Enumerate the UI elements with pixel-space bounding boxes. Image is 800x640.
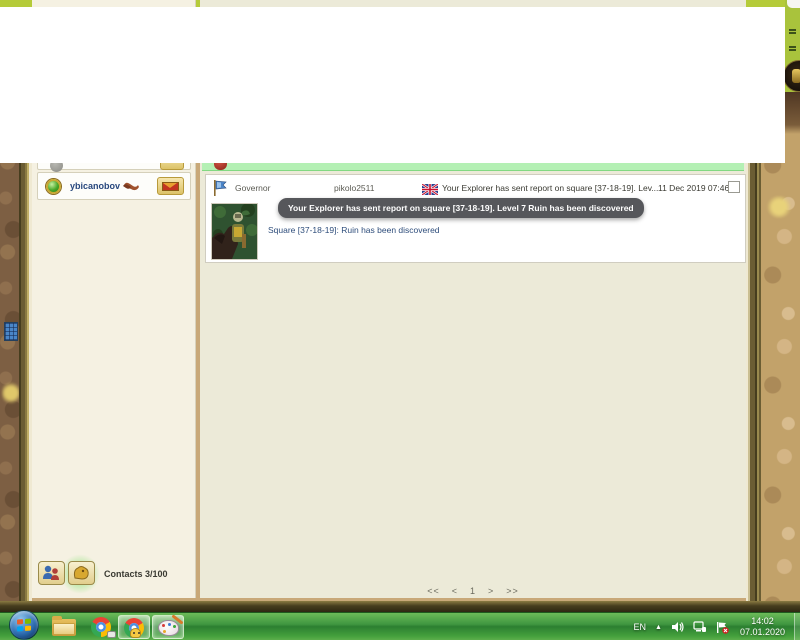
clans-button[interactable] — [68, 561, 95, 585]
uk-flag-icon — [422, 182, 438, 193]
pagination: <<<1>>> — [200, 586, 746, 596]
page-first-button[interactable]: << — [427, 586, 440, 596]
frame-bottom-band — [0, 601, 800, 612]
grass-tuft — [766, 196, 792, 218]
send-mail-button[interactable] — [157, 177, 184, 195]
page-current[interactable]: 1 — [470, 586, 476, 596]
explorer-knight-image — [211, 203, 258, 260]
taskbar-chrome-active-button[interactable] — [118, 615, 150, 639]
map-object-icon[interactable] — [4, 322, 18, 341]
system-tray: EN ▲ — [634, 613, 800, 640]
emoji-overlay-icon — [130, 628, 141, 638]
contacts-list-button[interactable] — [38, 561, 65, 585]
page-next-button[interactable]: > — [488, 586, 494, 596]
gold-statue-icon — [792, 69, 800, 83]
taskbar-paint-button[interactable] — [152, 615, 184, 639]
people-icon — [39, 562, 64, 584]
action-center-flag-icon[interactable] — [716, 621, 729, 634]
page-prev-button[interactable]: < — [452, 586, 458, 596]
chrome-badge-icon — [107, 631, 116, 638]
clock-time: 14:02 — [740, 616, 785, 627]
hud-tab — [787, 0, 800, 8]
paint-palette-icon — [158, 620, 179, 636]
online-status-orb-icon — [46, 179, 61, 194]
clock[interactable]: 14:02 07.01.2020 — [740, 616, 785, 638]
page-last-button[interactable]: >> — [506, 586, 519, 596]
show-desktop-button[interactable] — [794, 613, 800, 640]
envelope-icon — [162, 182, 179, 191]
hud-circle-button[interactable] — [783, 58, 800, 96]
hud-text-mark — [789, 29, 796, 31]
blank-overlay — [0, 7, 785, 163]
hud-text-mark — [789, 49, 796, 51]
message-date: 11 Dec 2019 07:46 — [658, 183, 729, 193]
network-icon[interactable] — [693, 621, 707, 633]
clock-date: 07.01.2020 — [740, 627, 785, 638]
contact-name: ybicanobov — [70, 181, 120, 191]
hud-text-mark — [789, 46, 796, 48]
report-flag-icon — [211, 179, 229, 197]
contacts-footer: Contacts 3/100 — [32, 560, 196, 590]
hud-text-mark — [789, 32, 796, 34]
message-checkbox[interactable] — [728, 181, 740, 193]
volume-icon[interactable] — [671, 621, 684, 633]
sender-title: Governor — [235, 183, 270, 193]
message-body-text: Square [37-18-19]: Ruin has been discove… — [268, 225, 440, 235]
windows-logo-icon — [17, 618, 32, 632]
contacts-count-label: Contacts 3/100 — [104, 569, 168, 579]
contact-row[interactable]: ybicanobov — [37, 172, 191, 200]
folder-icon — [52, 619, 76, 636]
gold-lion-icon — [69, 562, 94, 584]
handshake-icon[interactable] — [122, 179, 140, 193]
taskbar: EN ▲ — [0, 612, 800, 640]
message-card: Governor pikolo2511 Your Explorer has se… — [205, 174, 746, 263]
start-button[interactable] — [9, 610, 39, 640]
language-indicator[interactable]: EN — [634, 622, 647, 632]
taskbar-chrome-button[interactable] — [86, 615, 118, 639]
paint-brush-icon — [171, 614, 183, 624]
message-subject: Your Explorer has sent report on square … — [442, 183, 664, 193]
tooltip: Your Explorer has sent report on square … — [278, 198, 644, 218]
hidden-icons-arrow-icon[interactable]: ▲ — [655, 624, 662, 631]
taskbar-explorer-button[interactable] — [48, 615, 80, 639]
grass-tuft — [2, 380, 20, 406]
game-screen: ybicanobov — [0, 0, 800, 640]
sender-name: pikolo2511 — [334, 183, 375, 193]
